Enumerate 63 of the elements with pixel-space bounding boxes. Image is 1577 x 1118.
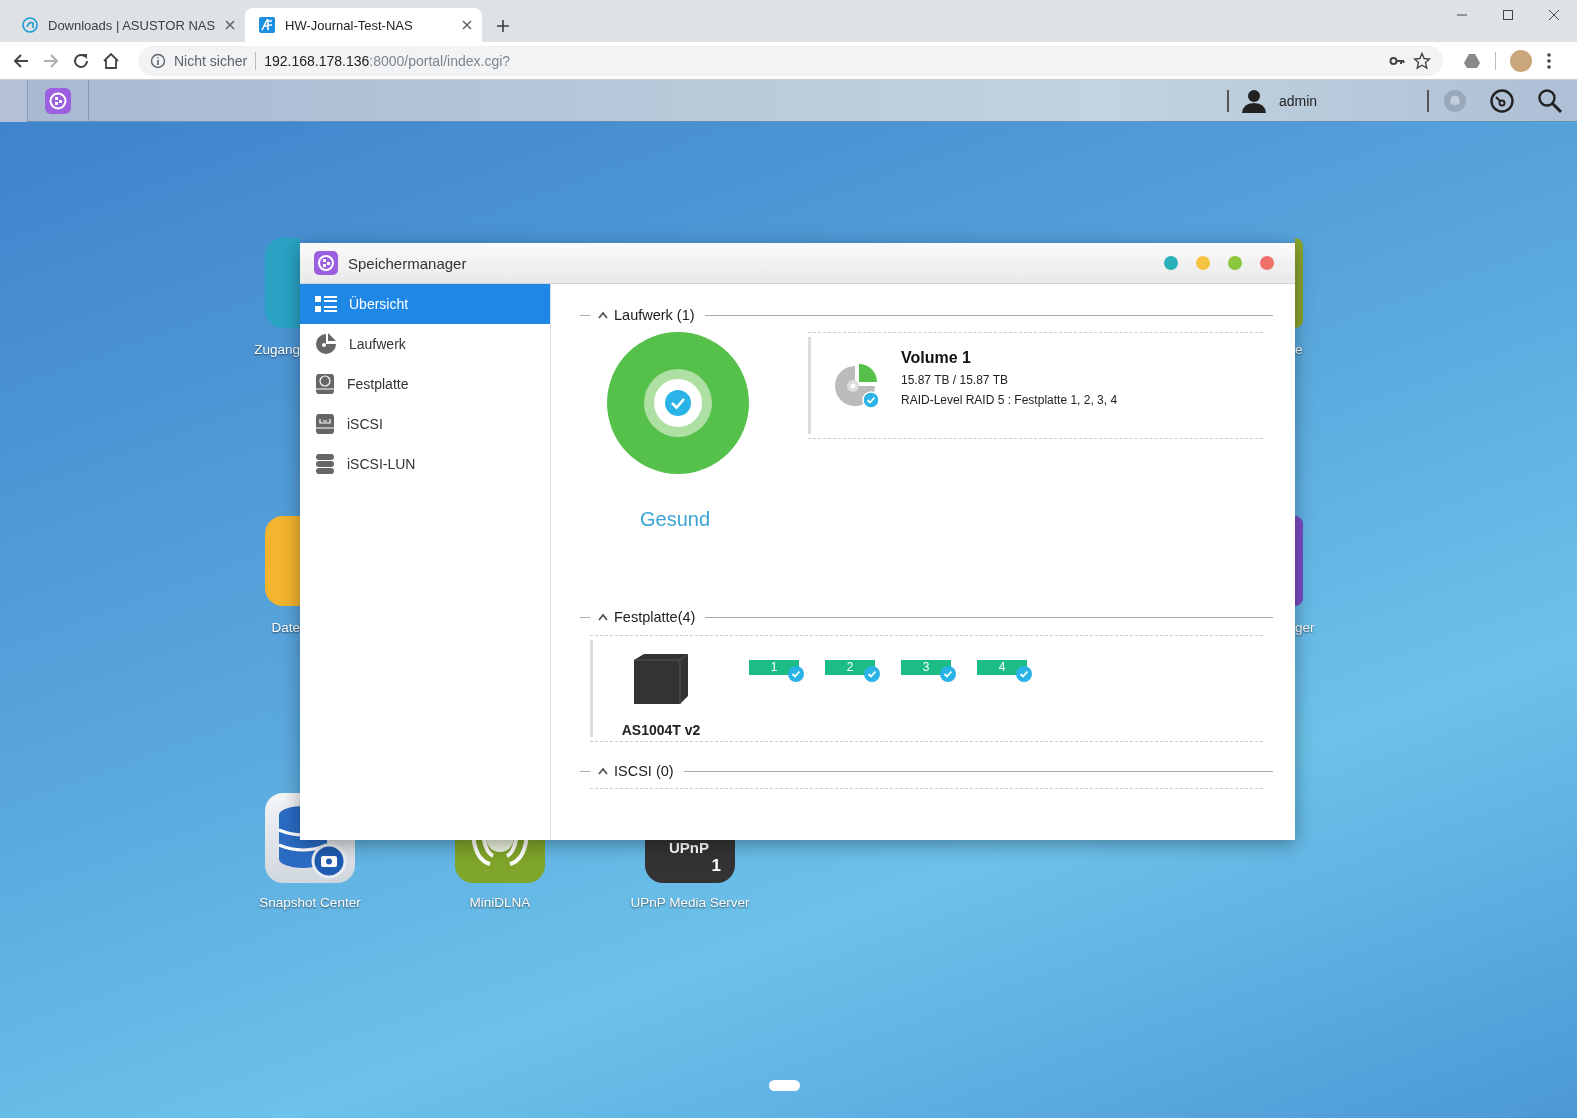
site-logo-icon bbox=[259, 17, 275, 33]
user-icon[interactable] bbox=[1241, 88, 1267, 113]
app-logo-icon bbox=[314, 251, 338, 275]
section-title: Laufwerk (1) bbox=[614, 307, 695, 323]
upnp-icon[interactable]: UPnP 1 bbox=[645, 840, 735, 883]
app-label[interactable]: e bbox=[1295, 342, 1315, 357]
app-label[interactable]: ger bbox=[1295, 620, 1315, 635]
icon-label: UPnP bbox=[669, 840, 709, 856]
sidebar-item[interactable]: Festplatte bbox=[300, 364, 550, 404]
info-icon bbox=[150, 52, 166, 69]
address-bar[interactable]: Nicht sicher 192.168.178.136:8000/portal/index.cgi? bbox=[138, 45, 1443, 76]
app-logo-icon[interactable] bbox=[45, 87, 71, 114]
back-arrow-icon[interactable] bbox=[12, 51, 30, 70]
window-title: Speichermanager bbox=[348, 254, 468, 272]
app-label[interactable]: Snapshot Center bbox=[259, 895, 361, 910]
section-title: ISCSI (0) bbox=[614, 763, 674, 779]
capacity-text: 15.87 TB / 15.87 TB bbox=[901, 372, 1009, 387]
reload-icon[interactable] bbox=[72, 51, 90, 70]
close-icon[interactable] bbox=[225, 20, 236, 30]
gauge-icon[interactable] bbox=[1489, 87, 1515, 114]
avatar[interactable] bbox=[1510, 49, 1532, 72]
database-icon bbox=[315, 453, 335, 475]
sidebar-item[interactable]: Übersicht bbox=[300, 284, 550, 324]
user-name[interactable]: admin bbox=[1279, 92, 1318, 109]
site-logo-icon bbox=[22, 17, 38, 33]
taskbar-edge bbox=[0, 79, 28, 122]
menu-icon[interactable] bbox=[1546, 51, 1552, 70]
volume-name: Volume 1 bbox=[901, 348, 972, 367]
list-icon bbox=[315, 295, 337, 313]
app-label[interactable]: MiniDLNA bbox=[469, 895, 531, 910]
home-icon[interactable] bbox=[102, 51, 120, 70]
status-label: Gesund bbox=[639, 508, 711, 531]
caret-icon[interactable] bbox=[598, 311, 608, 319]
close-icon[interactable] bbox=[462, 20, 472, 30]
search-icon[interactable] bbox=[1537, 87, 1563, 114]
app-label[interactable]: Date bbox=[271, 620, 300, 635]
app-label[interactable]: UPnP Media Server bbox=[630, 895, 750, 910]
forward-arrow-icon[interactable] bbox=[42, 51, 60, 70]
window-control-button[interactable] bbox=[1164, 256, 1178, 270]
device-name: AS1004T v2 bbox=[621, 722, 701, 738]
nas-device-drawing bbox=[632, 652, 690, 706]
app-icon[interactable] bbox=[1295, 516, 1303, 606]
star-icon[interactable] bbox=[1413, 51, 1431, 70]
broadcast-icon[interactable] bbox=[455, 840, 545, 883]
app-label[interactable]: Zugang bbox=[254, 342, 300, 357]
sidebar-item[interactable]: Laufwerk bbox=[300, 324, 550, 364]
raid-text: RAID-Level RAID 5 : Festplatte 1, 2, 3, 4 bbox=[901, 392, 1118, 407]
browser-tab[interactable]: Downloads | ASUSTOR NAS bbox=[8, 8, 245, 42]
url-text: 192.168.178.136:8000/portal/index.cgi? bbox=[264, 52, 511, 69]
sidebar-item[interactable]: iSCSI bbox=[300, 404, 550, 444]
icon-label: 1 bbox=[711, 856, 721, 876]
server-drive-icon bbox=[315, 413, 335, 435]
browser-tab[interactable]: HW-Journal-Test-NAS bbox=[245, 8, 482, 42]
hard-drive-icon bbox=[315, 373, 335, 395]
security-label: Nicht sicher bbox=[174, 52, 248, 69]
section-title: Festplatte(4) bbox=[614, 609, 696, 625]
volume-card[interactable]: Volume 1 15.87 TB / 15.87 TB RAID-Level RAID 5 : Festplatte 1, 2, 3, 4 bbox=[808, 337, 1263, 434]
sidebar-item[interactable]: iSCSI-LUN bbox=[300, 444, 550, 484]
caret-icon[interactable] bbox=[598, 613, 608, 621]
dock-handle[interactable] bbox=[769, 1080, 800, 1091]
new-tab-icon[interactable] bbox=[496, 19, 510, 33]
window-control-button[interactable] bbox=[1260, 256, 1274, 270]
caret-icon[interactable] bbox=[598, 767, 608, 775]
